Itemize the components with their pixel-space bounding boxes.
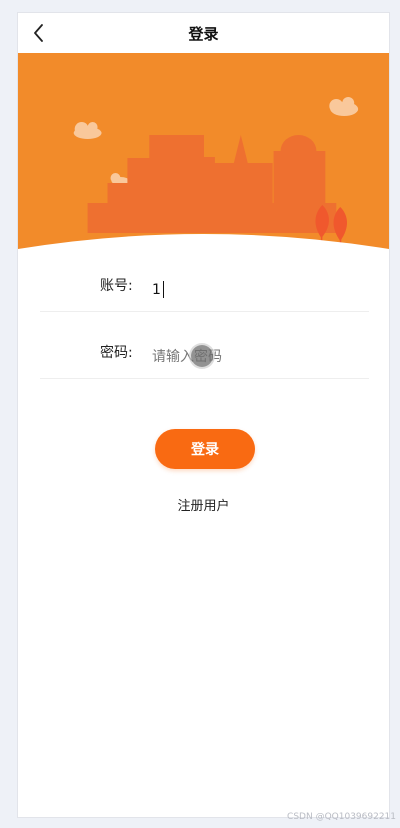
app-screen: 登录 账号: 1 密码: 登录 注册用户 [17,12,390,818]
navbar: 登录 [18,13,389,53]
banner-illustration [18,53,389,253]
password-label: 密码: [100,345,133,361]
account-row: 账号: [40,271,369,312]
page-title: 登录 [188,24,219,43]
back-button[interactable] [26,20,52,46]
watermark: CSDN @QQ1039692211 [287,812,396,822]
password-input[interactable] [152,344,352,370]
chevron-left-icon [34,24,43,42]
login-button[interactable]: 登录 [155,429,255,469]
account-label: 账号: [100,278,133,294]
touch-cursor-icon [191,345,213,367]
account-input[interactable] [152,277,352,303]
text-caret [163,281,164,298]
register-link[interactable]: 注册用户 [18,495,389,514]
